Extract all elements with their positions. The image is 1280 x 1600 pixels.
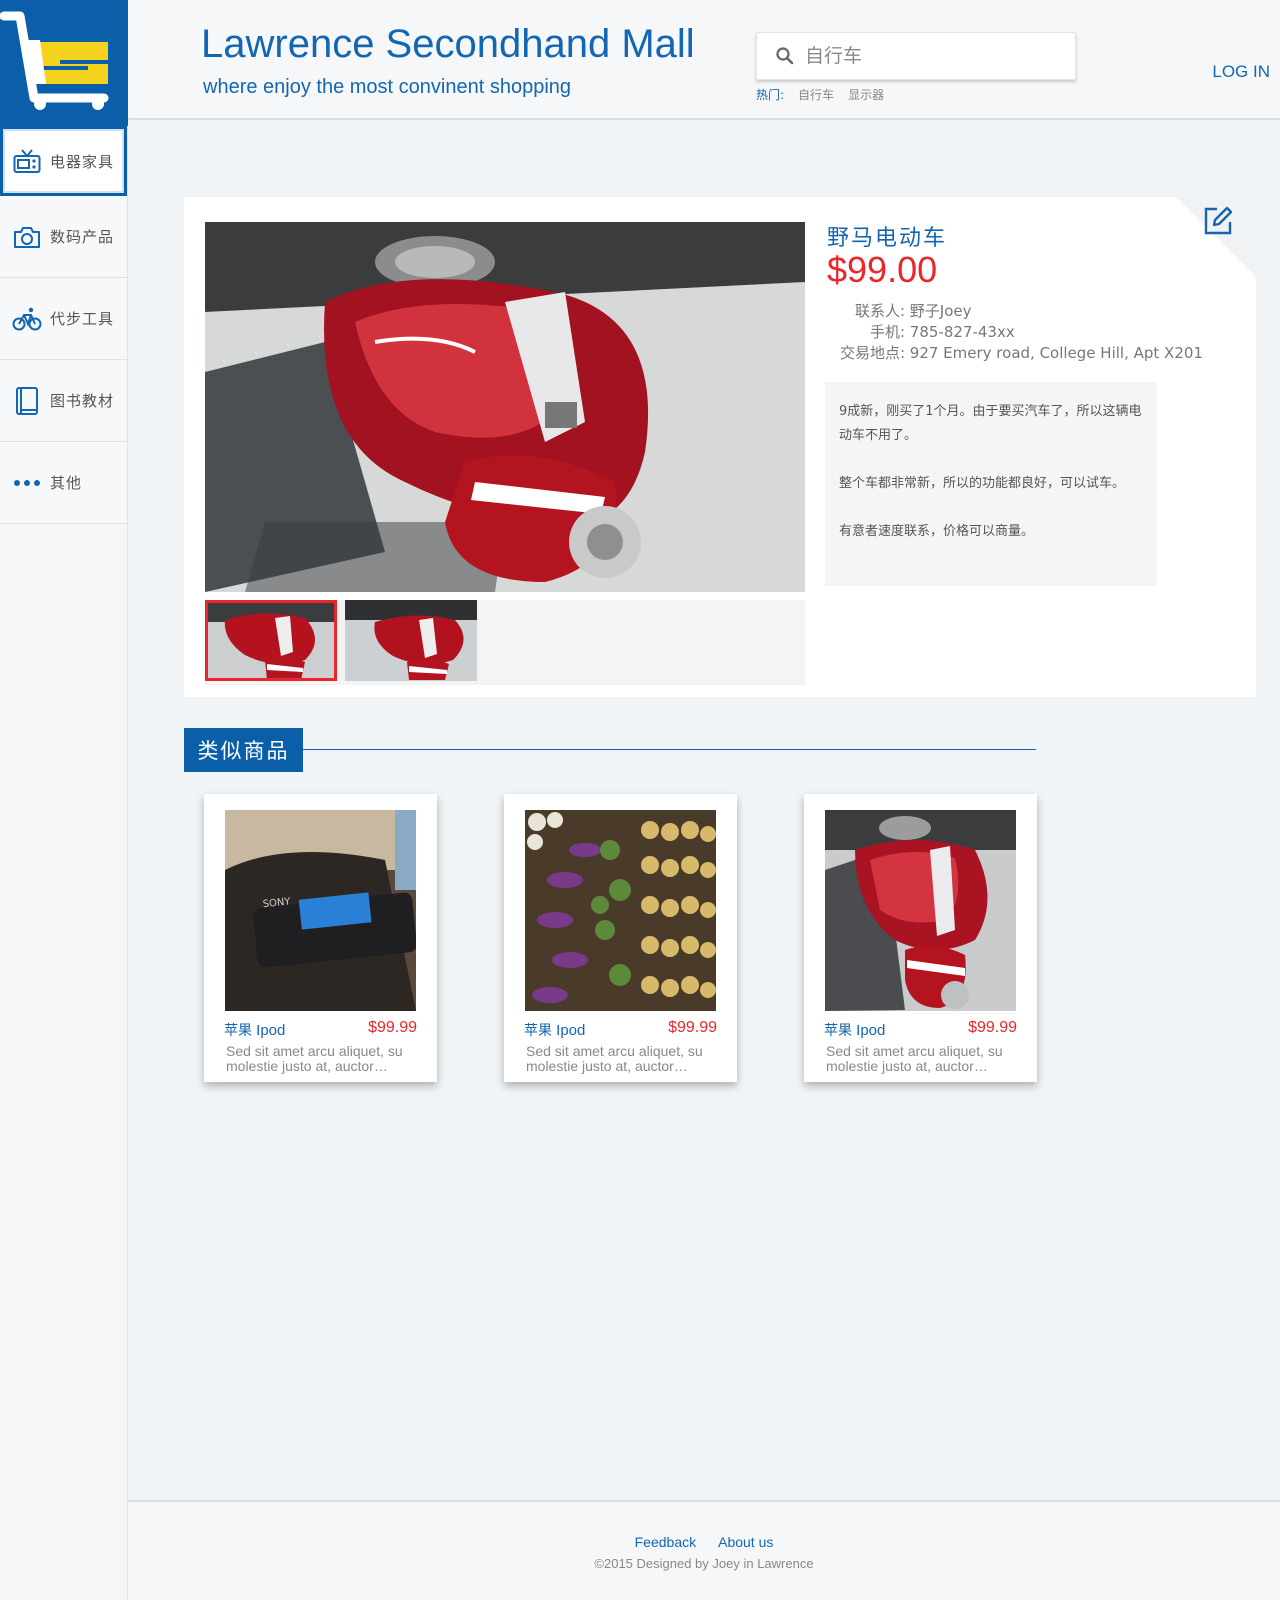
copyright: ©2015 Designed by Joey in Lawrence <box>594 1556 814 1571</box>
thumbnail-strip <box>205 600 805 685</box>
sony-mp3-image: SONY <box>225 810 416 1011</box>
sidebar-item-appliances[interactable]: 电器家具 <box>0 126 127 196</box>
sidebar-item-label: 代步工具 <box>50 310 115 328</box>
description-paragraph: 9成新，刚买了1个月。由于要买汽车了，所以这辆电动车不用了。 <box>839 404 1142 443</box>
hot-tag-monitor[interactable]: 显示器 <box>848 86 884 103</box>
similar-item-card[interactable]: SONY 苹果 Ipod $99.99 Sed sit amet arcu al… <box>204 794 437 1082</box>
item-price: $99.99 <box>668 1019 717 1036</box>
more-dots-icon <box>12 468 42 498</box>
location-row: 交易地点: 927 Emery road, College Hill, Apt … <box>827 342 1203 363</box>
location-value: 927 Emery road, College Hill, Apt X201 <box>909 344 1203 362</box>
item-description: Sed sit amet arcu aliquet, su molestie j… <box>826 1044 1003 1074</box>
search-box[interactable] <box>756 32 1076 80</box>
sidebar-item-label: 图书教材 <box>50 392 115 410</box>
footer: Feedback About us ©2015 Designed by Joey… <box>128 1500 1280 1600</box>
red-vespa-image <box>825 810 1016 1011</box>
login-button[interactable]: LOG IN <box>1212 62 1270 82</box>
thumbnail-2[interactable] <box>345 600 477 681</box>
sidebar-item-books[interactable]: 图书教材 <box>0 360 127 442</box>
thumbnail-1[interactable] <box>205 600 337 681</box>
item-price: $99.99 <box>368 1019 417 1036</box>
sidebar-item-label: 电器家具 <box>50 152 115 171</box>
sidebar-item-transport[interactable]: 代步工具 <box>0 278 127 360</box>
product-price: $99.00 <box>827 249 938 290</box>
item-price: $99.99 <box>968 1019 1017 1036</box>
description-paragraph: 有意者速度联系，价格可以商量。 <box>839 524 1035 539</box>
item-name: 苹果 Ipod <box>224 1022 286 1039</box>
item-name: 苹果 Ipod <box>824 1022 886 1039</box>
contact-row: 联系人: 野子Joey <box>827 300 972 321</box>
vegetable-market-image <box>525 810 716 1011</box>
brand-title[interactable]: Lawrence Secondhand Mall <box>201 22 695 67</box>
sidebar-item-digital[interactable]: 数码产品 <box>0 196 127 278</box>
hot-tag-bicycle[interactable]: 自行车 <box>798 86 834 103</box>
contact-value: 野子Joey <box>909 302 972 320</box>
sidebar: 电器家具 数码产品 代步工具 图书教材 其他 <box>0 0 128 1600</box>
cart-logo-icon <box>0 0 128 126</box>
section-divider <box>303 749 1036 750</box>
location-label: 交易地点: <box>839 344 905 362</box>
sidebar-item-label: 数码产品 <box>50 228 115 246</box>
book-icon <box>12 386 42 416</box>
item-description: Sed sit amet arcu aliquet, su molestie j… <box>226 1044 403 1074</box>
brand-subtitle: where enjoy the most convinent shopping <box>203 76 572 98</box>
bicycle-icon <box>12 304 42 334</box>
similar-item-card[interactable]: 苹果 Ipod $99.99 Sed sit amet arcu aliquet… <box>504 794 737 1082</box>
hot-searches: 热门: 自行车 显示器 <box>756 86 884 103</box>
similar-title: 类似商品 <box>184 728 303 772</box>
description-paragraph: 整个车都非常新，所以的功能都良好，可以试车。 <box>839 476 1126 491</box>
main-product-photo[interactable] <box>205 222 805 592</box>
similar-item-card[interactable]: 苹果 Ipod $99.99 Sed sit amet arcu aliquet… <box>804 794 1037 1082</box>
item-description: Sed sit amet arcu aliquet, su molestie j… <box>526 1044 703 1074</box>
sidebar-item-other[interactable]: 其他 <box>0 442 127 524</box>
search-icon[interactable] <box>775 46 795 66</box>
phone-row: 手机: 785-827-43xx <box>827 321 1015 342</box>
similar-section-header: 类似商品 <box>184 728 1036 772</box>
about-link[interactable]: About us <box>718 1534 773 1550</box>
footer-links: Feedback About us <box>128 1534 1280 1550</box>
contact-label: 联系人: <box>854 302 905 320</box>
phone-label: 手机: <box>869 323 905 341</box>
phone-value: 785-827-43xx <box>909 323 1015 341</box>
edit-icon[interactable] <box>1202 205 1234 242</box>
sidebar-item-label: 其他 <box>50 474 83 492</box>
item-name: 苹果 Ipod <box>524 1022 586 1039</box>
search-input[interactable] <box>805 45 1055 67</box>
camera-icon <box>12 222 42 252</box>
hot-label: 热门: <box>756 88 785 102</box>
product-title: 野马电动车 <box>827 226 948 251</box>
site-logo[interactable] <box>0 0 128 126</box>
tv-icon <box>12 146 42 176</box>
product-detail-card: 野马电动车 $99.00 联系人: 野子Joey 手机: 785-827-43x… <box>184 197 1256 697</box>
red-scooter-image <box>205 222 805 592</box>
header: Lawrence Secondhand Mall where enjoy the… <box>128 0 1280 120</box>
product-description: 9成新，刚买了1个月。由于要买汽车了，所以这辆电动车不用了。 整个车都非常新，所… <box>825 382 1157 586</box>
feedback-link[interactable]: Feedback <box>635 1534 696 1550</box>
